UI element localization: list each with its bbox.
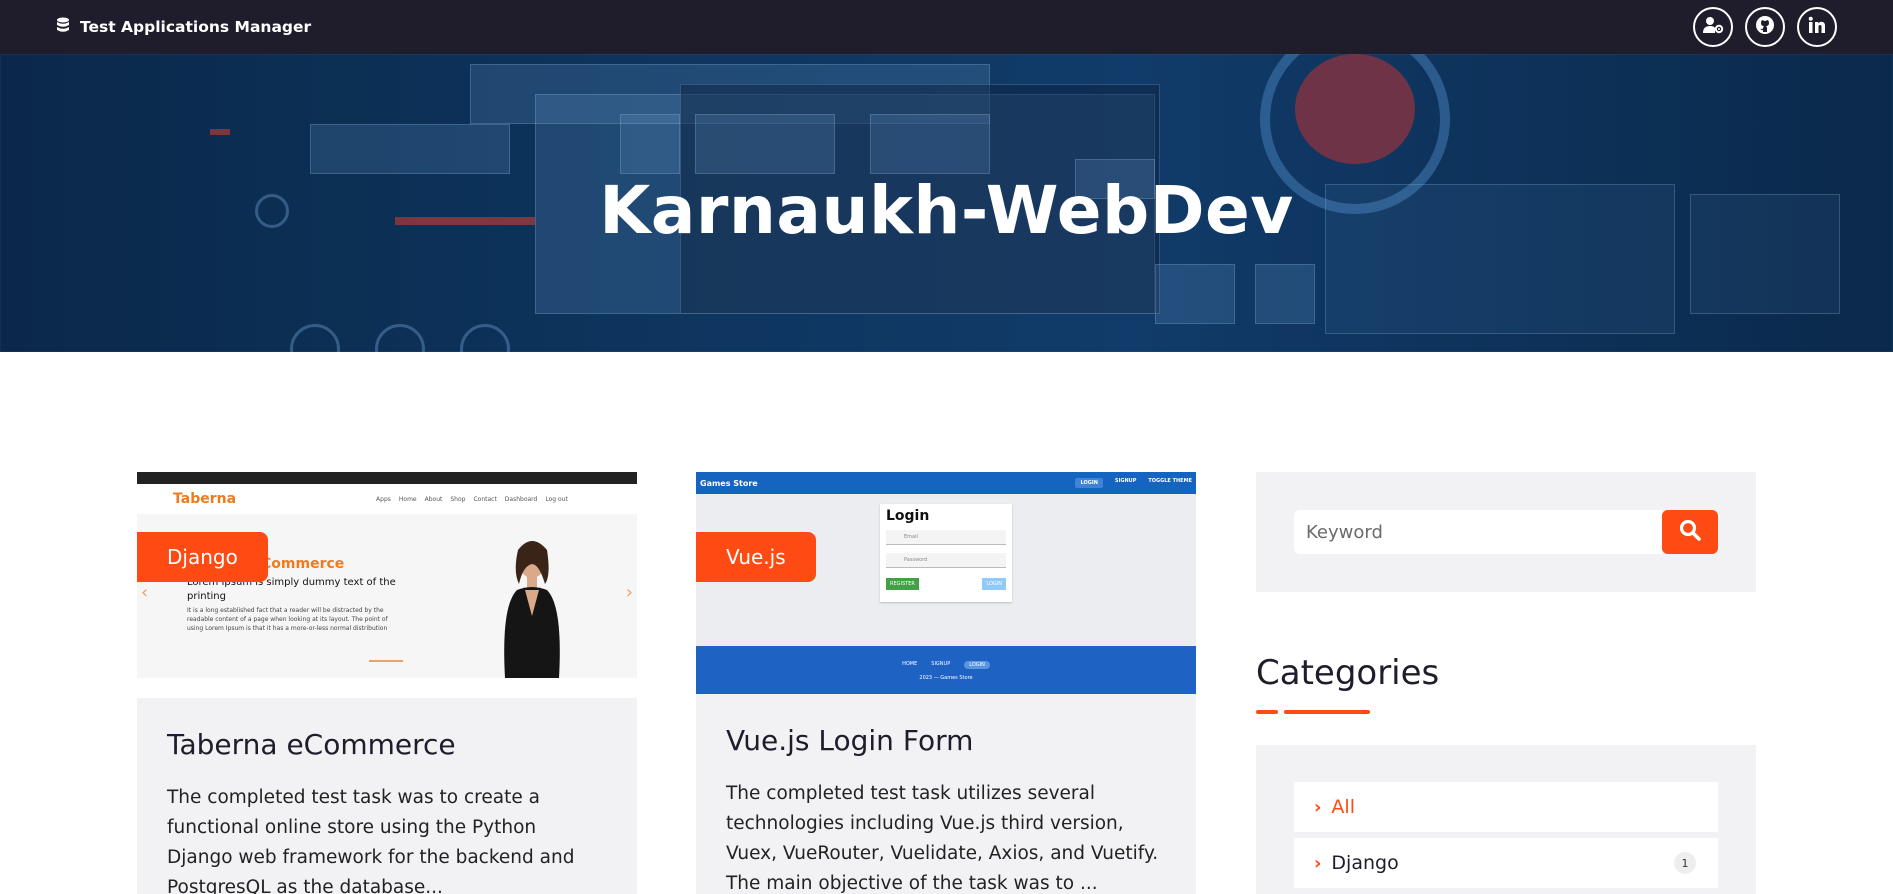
screenshot-login-box: Login Email Password REGISTER LOGIN [880, 504, 1012, 602]
carousel-dots [369, 660, 403, 662]
category-tag[interactable]: Django [137, 532, 268, 582]
category-label: All [1331, 796, 1355, 818]
user-gear-icon [1702, 16, 1724, 38]
category-item-all[interactable]: › All [1294, 782, 1718, 832]
screenshot-nav: LOGIN SIGNUP TOGGLE THEME [1075, 478, 1192, 488]
card-title[interactable]: Vue.js Login Form [726, 724, 1166, 757]
screenshot-login-button: LOGIN [982, 578, 1006, 590]
screenshot-link: Contact [473, 495, 497, 503]
category-tag[interactable]: Vue.js [696, 532, 816, 582]
card-title[interactable]: Taberna eCommerce [167, 728, 607, 761]
screenshot-link: Log out [545, 495, 568, 503]
card-body: Vue.js Login Form The completed test tas… [696, 694, 1196, 894]
screenshot-footer-link: SIGNUP [931, 661, 951, 667]
chevron-right-icon: › [625, 582, 633, 603]
screenshot-link: Dashboard [504, 495, 538, 503]
category-item-django[interactable]: › Django 1 [1294, 838, 1718, 888]
hero-title: Karnaukh-WebDev [599, 172, 1294, 249]
chevron-right-icon: › [1314, 852, 1322, 874]
categories-title: Categories [1256, 653, 1440, 693]
category-count-badge: 1 [1674, 852, 1696, 874]
model-photo [504, 541, 560, 678]
screenshot-topbar: Games Store LOGIN SIGNUP TOGGLE THEME [696, 472, 1196, 494]
screenshot-nav-item: SIGNUP [1114, 478, 1137, 484]
project-card-vue-login[interactable]: Games Store LOGIN SIGNUP TOGGLE THEME Lo… [696, 472, 1196, 894]
brand-title: Test Applications Manager [80, 18, 312, 36]
screenshot-nav-item: TOGGLE THEME [1148, 478, 1192, 484]
linkedin-button[interactable] [1797, 7, 1837, 47]
screenshot-register-button: REGISTER [886, 578, 919, 590]
github-button[interactable] [1745, 7, 1785, 47]
card-description: The completed test task was to create a … [167, 787, 575, 894]
screenshot-heading: Commerce [261, 556, 345, 572]
hero-banner: Karnaukh-WebDev [0, 54, 1893, 352]
database-icon [56, 17, 70, 37]
screenshot-links: Apps Home About Shop Contact Dashboard L… [376, 496, 568, 503]
screenshot-password-field: Password [886, 553, 1006, 568]
chevron-right-icon: › [1314, 796, 1322, 818]
screenshot-nav: Taberna Apps Home About Shop Contact Das… [137, 484, 637, 514]
screenshot-footer-link: LOGIN [964, 661, 990, 669]
screenshot-footer-links: HOME SIGNUP LOGIN [902, 661, 990, 669]
github-icon [1755, 15, 1775, 39]
card-body: Taberna eCommerce The completed test tas… [137, 698, 637, 894]
screenshot-app-name: Games Store [700, 478, 758, 488]
search-icon [1678, 518, 1702, 546]
screenshot-footer-text: 2023 — Games Store [919, 675, 973, 681]
screenshot-nav-item: LOGIN [1075, 478, 1103, 488]
card-description: The completed test task utilizes several… [726, 783, 1159, 894]
nav-icon-group [1693, 7, 1837, 47]
top-navbar: Test Applications Manager [0, 0, 1893, 54]
screenshot-email-field: Email [886, 530, 1006, 545]
screenshot-paragraph: It is a long established fact that a rea… [187, 607, 388, 632]
search-widget [1256, 472, 1756, 592]
linkedin-icon [1808, 16, 1826, 38]
project-screenshot[interactable]: Games Store LOGIN SIGNUP TOGGLE THEME Lo… [696, 472, 1196, 694]
screenshot-footer: HOME SIGNUP LOGIN 2023 — Games Store [696, 646, 1196, 694]
search-form [1294, 510, 1718, 554]
chevron-left-icon: ‹ [141, 582, 149, 603]
screenshot-topbar [137, 472, 637, 484]
screenshot-link: Home [398, 495, 417, 503]
project-card-taberna[interactable]: Taberna Apps Home About Shop Contact Das… [137, 472, 637, 894]
screenshot-link: Apps [376, 495, 391, 503]
admin-button[interactable] [1693, 7, 1733, 47]
brand-link[interactable]: Test Applications Manager [56, 17, 311, 37]
category-label: Django [1331, 852, 1399, 874]
screenshot-footer-link: HOME [902, 661, 918, 667]
search-button[interactable] [1662, 510, 1718, 554]
screenshot-form-title: Login [886, 508, 930, 524]
screenshot-logo: Taberna [173, 491, 237, 507]
screenshot-link: About [424, 495, 443, 503]
screenshot-link: Shop [450, 495, 466, 503]
search-input[interactable] [1294, 510, 1662, 554]
categories-list: › All › Django 1 [1256, 745, 1756, 894]
